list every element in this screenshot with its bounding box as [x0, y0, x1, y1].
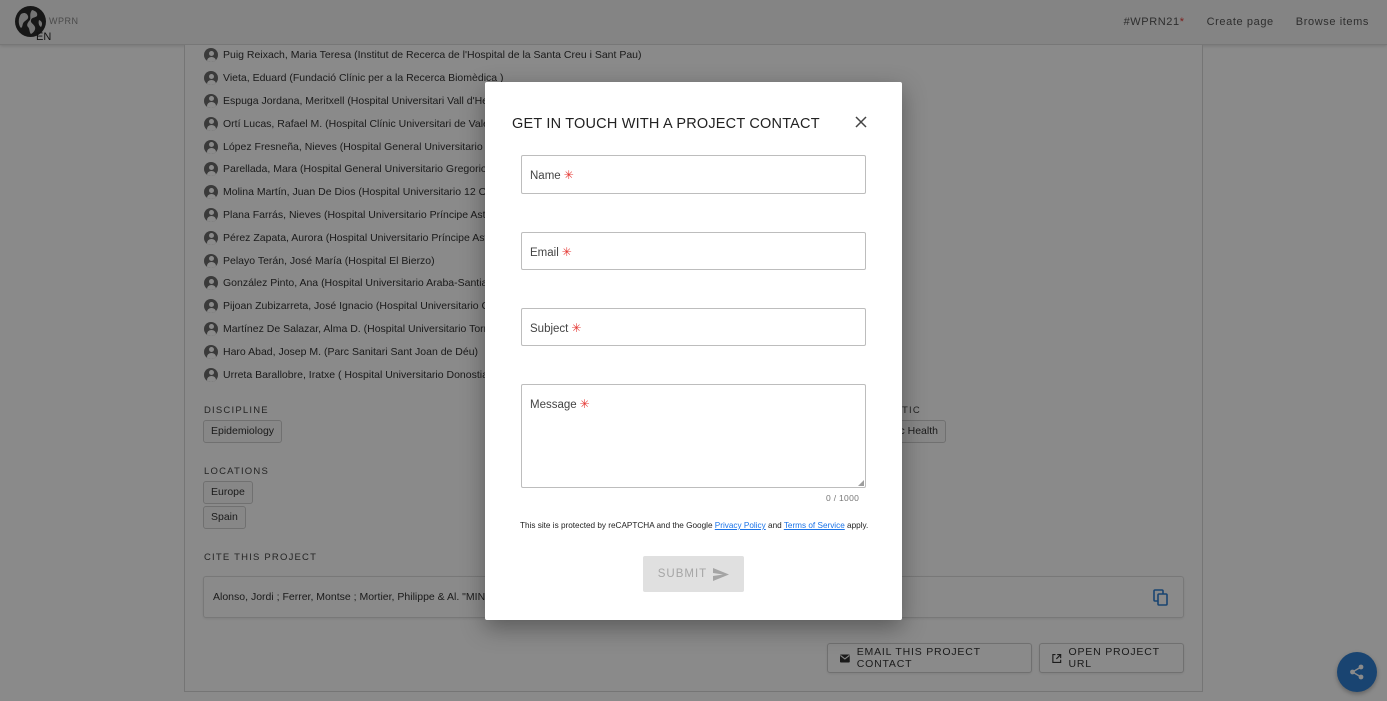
required-mark: ✳ — [561, 245, 572, 259]
contact-dialog: GET IN TOUCH WITH A PROJECT CONTACT Name… — [485, 82, 902, 620]
send-icon — [713, 567, 730, 581]
privacy-policy-link[interactable]: Privacy Policy — [715, 521, 766, 530]
resize-handle-icon[interactable] — [858, 480, 864, 486]
name-field-label: Name ✳ — [530, 168, 574, 182]
message-field-label: Message ✳ — [530, 397, 590, 411]
submit-button[interactable]: SUBMIT — [643, 556, 744, 592]
recaptcha-suffix: apply. — [844, 521, 869, 530]
submit-label: SUBMIT — [657, 568, 708, 580]
name-field[interactable]: Name ✳ — [521, 155, 866, 194]
email-field-label-text: Email — [530, 247, 559, 259]
name-field-label-text: Name — [530, 170, 561, 182]
email-field-label: Email ✳ — [530, 245, 572, 259]
subject-field-label-text: Subject — [530, 323, 569, 335]
close-button[interactable] — [852, 113, 870, 131]
recaptcha-and: and — [765, 521, 784, 530]
close-icon — [855, 116, 867, 128]
required-mark: ✳ — [563, 168, 574, 182]
message-field-label-text: Message — [530, 399, 577, 411]
message-field[interactable]: Message ✳ — [521, 384, 866, 488]
email-field[interactable]: Email ✳ — [521, 232, 866, 270]
dialog-title: GET IN TOUCH WITH A PROJECT CONTACT — [512, 116, 820, 132]
character-counter: 0 / 1000 — [826, 493, 860, 503]
required-mark: ✳ — [579, 397, 590, 411]
recaptcha-notice: This site is protected by reCAPTCHA and … — [520, 521, 868, 530]
recaptcha-prefix: This site is protected by reCAPTCHA and … — [520, 521, 715, 530]
required-mark: ✳ — [571, 321, 582, 335]
subject-field[interactable]: Subject ✳ — [521, 308, 866, 346]
subject-field-label: Subject ✳ — [530, 321, 581, 335]
terms-of-service-link[interactable]: Terms of Service — [784, 521, 845, 530]
